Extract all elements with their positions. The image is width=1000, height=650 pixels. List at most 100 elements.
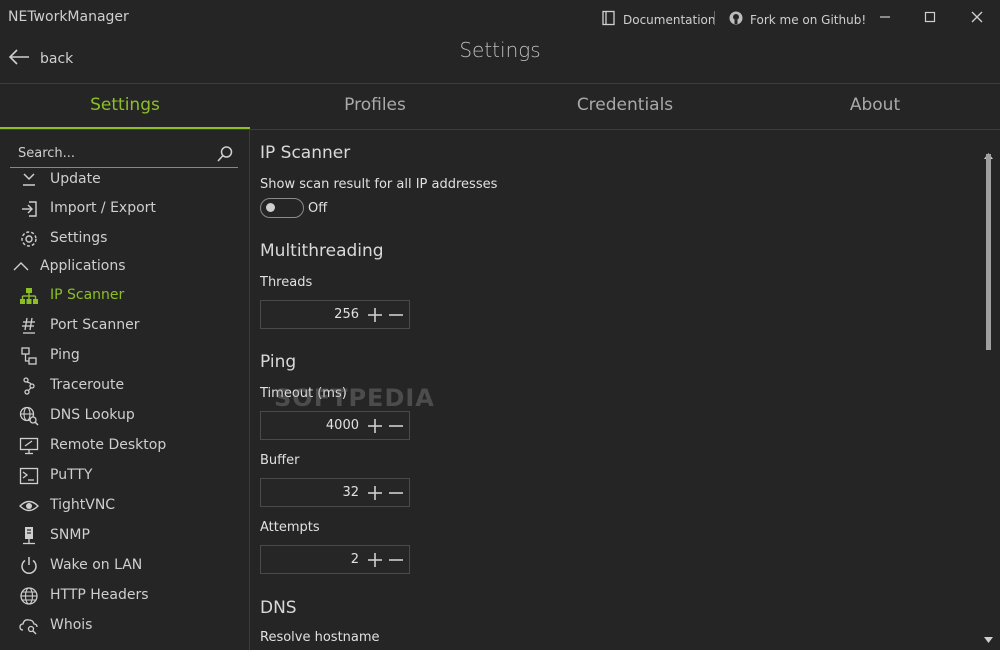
sidebar-item-label: Whois (50, 617, 93, 633)
minus-icon[interactable] (388, 485, 404, 501)
sidebar-item-label: Import / Export (50, 200, 156, 216)
plus-icon[interactable] (367, 418, 383, 434)
ip-scanner-heading: IP Scanner (260, 143, 351, 163)
tab-about[interactable]: About (750, 84, 1000, 129)
sidebar-item-traceroute[interactable]: Traceroute (0, 371, 249, 401)
attempts-stepper[interactable]: 2 (260, 545, 410, 574)
ping-heading: Ping (260, 352, 297, 372)
sidebar-item-ping[interactable]: Ping (0, 341, 249, 371)
traceroute-icon (18, 376, 40, 396)
sidebar-item-label: Port Scanner (50, 317, 140, 333)
maximize-button[interactable] (918, 6, 942, 28)
ping-icon (18, 346, 40, 366)
resolve-hostname-label: Resolve hostname (260, 630, 380, 645)
sidebar-item-snmp[interactable]: SNMP (0, 521, 249, 551)
show-all-results-label: Show scan result for all IP addresses (260, 177, 498, 192)
threads-value: 256 (334, 307, 359, 322)
sidebar-item-settings[interactable]: Settings (0, 224, 249, 254)
buffer-value: 32 (342, 485, 359, 500)
github-link[interactable]: Fork me on Github! (728, 10, 866, 29)
import-icon (18, 199, 40, 219)
app-title: NETworkManager (8, 9, 129, 25)
sidebar-item-label: IP Scanner (50, 287, 125, 303)
sidebar-group-applications[interactable]: Applications (0, 252, 249, 282)
sidebar-item-label: PuTTY (50, 467, 93, 483)
chevron-up-icon (10, 257, 32, 277)
toggle-state-label: Off (308, 201, 328, 216)
scrollbar-thumb[interactable] (986, 154, 991, 350)
sidebar: Update Import / Export Settings Applicat… (0, 130, 249, 650)
sidebar-item-label: Wake on LAN (50, 557, 143, 573)
minus-icon[interactable] (388, 418, 404, 434)
github-icon (728, 10, 744, 29)
sidebar-item-ip-scanner[interactable]: IP Scanner (0, 281, 249, 311)
documentation-label: Documentation (623, 12, 716, 27)
timeout-stepper[interactable]: 4000 (260, 411, 410, 440)
search-box (10, 140, 238, 168)
hash-icon (18, 316, 40, 336)
documentation-link[interactable]: Documentation (601, 10, 716, 29)
sidebar-item-dns-lookup[interactable]: DNS Lookup (0, 401, 249, 431)
power-icon (18, 556, 40, 576)
plus-icon[interactable] (367, 485, 383, 501)
download-icon (18, 170, 40, 190)
plus-icon[interactable] (367, 552, 383, 568)
buffer-label: Buffer (260, 453, 300, 468)
sidebar-item-label: DNS Lookup (50, 407, 135, 423)
sidebar-item-label: HTTP Headers (50, 587, 149, 603)
watermark: SOFTPEDIA (274, 384, 435, 412)
tab-profiles[interactable]: Profiles (250, 84, 500, 129)
tab-settings[interactable]: Settings (0, 84, 250, 129)
sidebar-item-label: Settings (50, 230, 108, 246)
divider (714, 11, 715, 25)
sidebar-item-update[interactable]: Update (0, 165, 249, 195)
network-tree-icon (18, 286, 40, 306)
sidebar-item-label: Traceroute (50, 377, 125, 393)
toggle-knob (266, 203, 275, 212)
close-button[interactable] (965, 6, 989, 28)
tab-bar: Settings Profiles Credentials About (0, 84, 1000, 129)
dns-heading: DNS (260, 598, 297, 618)
page-title: Settings (459, 38, 541, 62)
sidebar-item-tightvnc[interactable]: TightVNC (0, 491, 249, 521)
plus-icon[interactable] (367, 307, 383, 323)
attempts-label: Attempts (260, 520, 320, 535)
sidebar-item-import-export[interactable]: Import / Export (0, 194, 249, 224)
threads-stepper[interactable]: 256 (260, 300, 410, 329)
sidebar-item-whois[interactable]: Whois (0, 611, 249, 641)
server-icon (18, 526, 40, 546)
sidebar-item-port-scanner[interactable]: Port Scanner (0, 311, 249, 341)
globe-icon (18, 586, 40, 606)
timeout-value: 4000 (325, 418, 359, 433)
sidebar-item-label: TightVNC (50, 497, 116, 513)
globe-search-icon (18, 406, 40, 426)
sidebar-item-putty[interactable]: PuTTY (0, 461, 249, 491)
show-all-results-toggle[interactable] (260, 198, 304, 218)
scrollbar[interactable] (978, 130, 1000, 650)
buffer-stepper[interactable]: 32 (260, 478, 410, 507)
minus-icon[interactable] (388, 307, 404, 323)
book-icon (601, 10, 617, 29)
eye-icon (18, 496, 40, 516)
threads-label: Threads (260, 275, 313, 290)
sidebar-item-http-headers[interactable]: HTTP Headers (0, 581, 249, 611)
minus-icon[interactable] (388, 552, 404, 568)
sidebar-item-label: Applications (40, 258, 126, 274)
multithreading-heading: Multithreading (260, 241, 384, 261)
cloud-search-icon (18, 616, 40, 636)
remote-desktop-icon (18, 436, 40, 456)
sidebar-item-label: Ping (50, 347, 80, 363)
title-bar: NETworkManager Documentation Fork me on … (0, 0, 1000, 36)
search-input[interactable] (10, 140, 210, 167)
search-icon[interactable] (216, 145, 234, 167)
gear-icon (18, 229, 40, 249)
sidebar-item-label: Update (50, 171, 101, 187)
sidebar-item-remote-desktop[interactable]: Remote Desktop (0, 431, 249, 461)
minimize-button[interactable] (873, 6, 897, 28)
attempts-value: 2 (350, 552, 359, 567)
terminal-icon (18, 466, 40, 486)
tab-credentials[interactable]: Credentials (500, 84, 750, 129)
sidebar-item-wake-on-lan[interactable]: Wake on LAN (0, 551, 249, 581)
scroll-down-icon[interactable] (984, 628, 993, 647)
sidebar-item-label: SNMP (50, 527, 90, 543)
